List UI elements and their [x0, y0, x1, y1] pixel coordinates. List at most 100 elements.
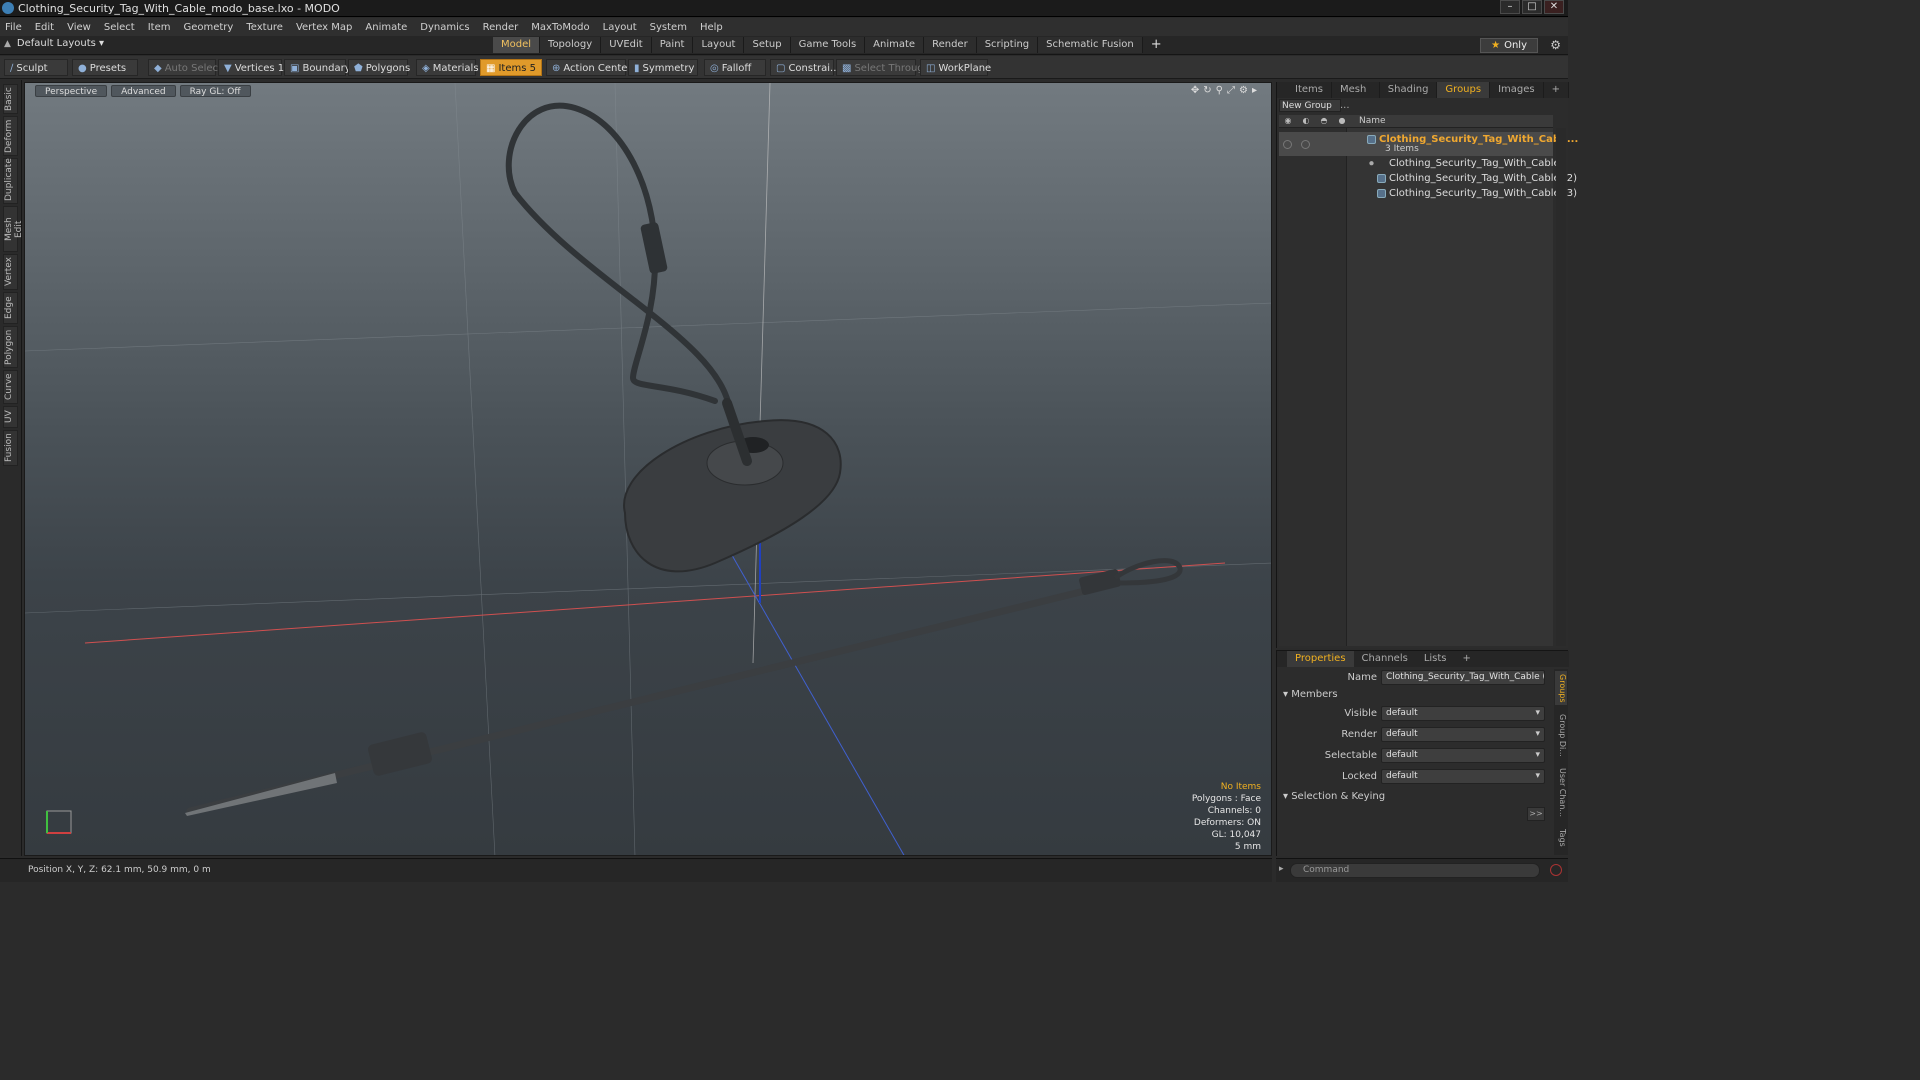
items-button[interactable]: ▦ Items 5 — [480, 59, 542, 76]
side-tab-user-channels[interactable]: User Chan... — [1555, 765, 1567, 821]
tab-model[interactable]: Model — [493, 37, 541, 53]
tab-items[interactable]: Items — [1287, 82, 1332, 98]
group-child-row[interactable]: ⦁ Clothing_Security_Tag_With_Cable — [1279, 156, 1560, 171]
3d-viewport[interactable]: Perspective Advanced Ray GL: Off ✥ ↻ ⚲ ⤢… — [24, 82, 1272, 856]
expand-button[interactable]: >> — [1527, 807, 1545, 821]
tab-animate[interactable]: Animate — [865, 37, 925, 53]
render-dropdown[interactable]: default ▾ — [1381, 727, 1545, 742]
command-input[interactable]: Command — [1290, 863, 1540, 878]
group-child-row[interactable]: Clothing_Security_Tag_With_Cable (3) — [1279, 186, 1577, 201]
close-button[interactable]: ✕ — [1544, 0, 1564, 14]
menu-geometry[interactable]: Geometry — [183, 22, 233, 33]
menu-system[interactable]: System — [650, 22, 687, 33]
name-field[interactable]: Clothing_Security_Tag_With_Cable (4) — [1381, 670, 1545, 685]
shading-dropdown[interactable]: Advanced — [111, 85, 176, 97]
menu-maxtomodo[interactable]: MaxToModo — [531, 22, 589, 33]
side-tab-tags[interactable]: Tags — [1555, 825, 1567, 851]
viewport-menu-icon[interactable]: ▸ — [1252, 85, 1257, 96]
group-row-selected[interactable]: Clothing_Security_Tag_With_Cabl ... 3 It… — [1279, 132, 1578, 156]
tab-shading[interactable]: Shading — [1380, 82, 1438, 98]
falloff-button[interactable]: ◎ Falloff — [704, 59, 766, 76]
tab-render[interactable]: Render — [924, 37, 977, 53]
left-tab-edge[interactable]: Edge — [3, 292, 18, 324]
left-tab-polygon[interactable]: Polygon — [3, 326, 18, 368]
zoom-icon[interactable]: ⚲ — [1216, 85, 1223, 96]
boundary-button[interactable]: ▣ Boundary — [284, 59, 351, 76]
group-child-row[interactable]: Clothing_Security_Tag_With_Cable (2) — [1279, 171, 1577, 186]
tab-game-tools[interactable]: Game Tools — [790, 37, 866, 53]
tab-paint[interactable]: Paint — [651, 37, 694, 53]
group-render-toggle[interactable] — [1301, 140, 1310, 149]
left-tab-uv[interactable]: UV — [3, 406, 18, 428]
members-section[interactable]: ▾ Members — [1283, 689, 1338, 700]
security-pin-model[interactable] — [185, 558, 1183, 816]
left-tab-duplicate[interactable]: Duplicate — [3, 158, 18, 204]
tab-groups[interactable]: Groups — [1437, 82, 1491, 98]
only-button[interactable]: ★ Only — [1480, 38, 1538, 53]
add-panel-tab-icon[interactable]: + — [1544, 82, 1569, 98]
constraints-button[interactable]: ▢ Constrai... — [770, 59, 840, 76]
viewport-settings-icon[interactable]: ⚙ — [1239, 85, 1248, 96]
collapse-icon[interactable]: ▲ — [4, 39, 11, 49]
menu-animate[interactable]: Animate — [365, 22, 407, 33]
menu-vertex-map[interactable]: Vertex Map — [296, 22, 352, 33]
visible-dropdown[interactable]: default ▾ — [1381, 706, 1545, 721]
menu-select[interactable]: Select — [104, 22, 135, 33]
security-tag-model[interactable] — [505, 102, 842, 573]
default-layouts-selector[interactable]: ▲ Default Layouts ▾ — [4, 38, 104, 49]
tab-uvedit[interactable]: UVEdit — [601, 37, 652, 53]
menu-render[interactable]: Render — [483, 22, 519, 33]
add-tab-icon[interactable]: + — [1143, 37, 1170, 53]
menu-texture[interactable]: Texture — [246, 22, 283, 33]
tab-schematic-fusion[interactable]: Schematic Fusion — [1038, 37, 1143, 53]
minimize-button[interactable]: – — [1500, 0, 1520, 14]
auto-select-button[interactable]: ◆ Auto Select — [148, 59, 222, 76]
lock-column-icon[interactable]: ◓ — [1317, 116, 1331, 127]
menu-item[interactable]: Item — [148, 22, 171, 33]
action-center-button[interactable]: ⊕ Action Center — [546, 59, 632, 76]
left-tab-curve[interactable]: Curve — [3, 370, 18, 404]
select-column-icon[interactable]: ● — [1335, 116, 1349, 127]
left-tab-basic[interactable]: Basic — [3, 84, 18, 114]
left-tab-vertex[interactable]: Vertex — [3, 254, 18, 290]
side-tab-group-display[interactable]: Group Di... — [1555, 709, 1567, 761]
tab-layout[interactable]: Layout — [693, 37, 745, 53]
perspective-dropdown[interactable]: Perspective — [35, 85, 108, 97]
visibility-column-icon[interactable]: ◉ — [1281, 116, 1295, 127]
add-properties-tab-icon[interactable]: + — [1455, 651, 1479, 667]
selectable-dropdown[interactable]: default ▾ — [1381, 748, 1545, 763]
locked-dropdown[interactable]: default ▾ — [1381, 769, 1545, 784]
menu-view[interactable]: View — [67, 22, 91, 33]
sculpt-button[interactable]: ∕ Sculpt — [4, 59, 68, 76]
polygons-button[interactable]: ⬟ Polygons — [348, 59, 410, 76]
maximize-viewport-icon[interactable]: ⤢ — [1227, 85, 1235, 96]
vertices-button[interactable]: ▼ Vertices 1 — [218, 59, 284, 76]
maximize-button[interactable]: □ — [1522, 0, 1542, 14]
raygl-toggle[interactable]: Ray GL: Off — [179, 85, 251, 97]
menu-edit[interactable]: Edit — [35, 22, 54, 33]
tab-mesh[interactable]: Mesh ... — [1332, 82, 1380, 111]
select-through-button[interactable]: ▩ Select Through — [836, 59, 930, 76]
presets-button[interactable]: ● Presets — [72, 59, 138, 76]
menu-help[interactable]: Help — [700, 22, 723, 33]
menu-layout[interactable]: Layout — [603, 22, 637, 33]
rotate-icon[interactable]: ↻ — [1203, 85, 1211, 96]
tab-lists[interactable]: Lists — [1416, 651, 1455, 667]
pan-icon[interactable]: ✥ — [1191, 85, 1199, 96]
groups-scrollbar[interactable] — [1556, 128, 1566, 646]
menu-dynamics[interactable]: Dynamics — [420, 22, 469, 33]
side-tab-groups[interactable]: Groups — [1555, 671, 1567, 705]
materials-button[interactable]: ◈ Materials — [416, 59, 479, 76]
render-column-icon[interactable]: ◐ — [1299, 116, 1313, 127]
selection-keying-section[interactable]: ▾ Selection & Keying — [1283, 791, 1385, 802]
menu-file[interactable]: File — [5, 22, 22, 33]
group-visibility-toggle[interactable] — [1283, 140, 1292, 149]
left-tab-deform[interactable]: Deform — [3, 116, 18, 156]
left-tab-mesh-edit[interactable]: Mesh Edit — [3, 206, 24, 252]
tab-images[interactable]: Images — [1490, 82, 1544, 98]
new-group-button[interactable]: New Group — [1279, 99, 1341, 112]
left-tab-fusion[interactable]: Fusion — [3, 430, 18, 466]
symmetry-button[interactable]: ▮ Symmetry — [628, 59, 698, 76]
workplane-button[interactable]: ◫ WorkPlane — [920, 59, 991, 76]
gear-icon[interactable]: ⚙ — [1550, 38, 1561, 52]
